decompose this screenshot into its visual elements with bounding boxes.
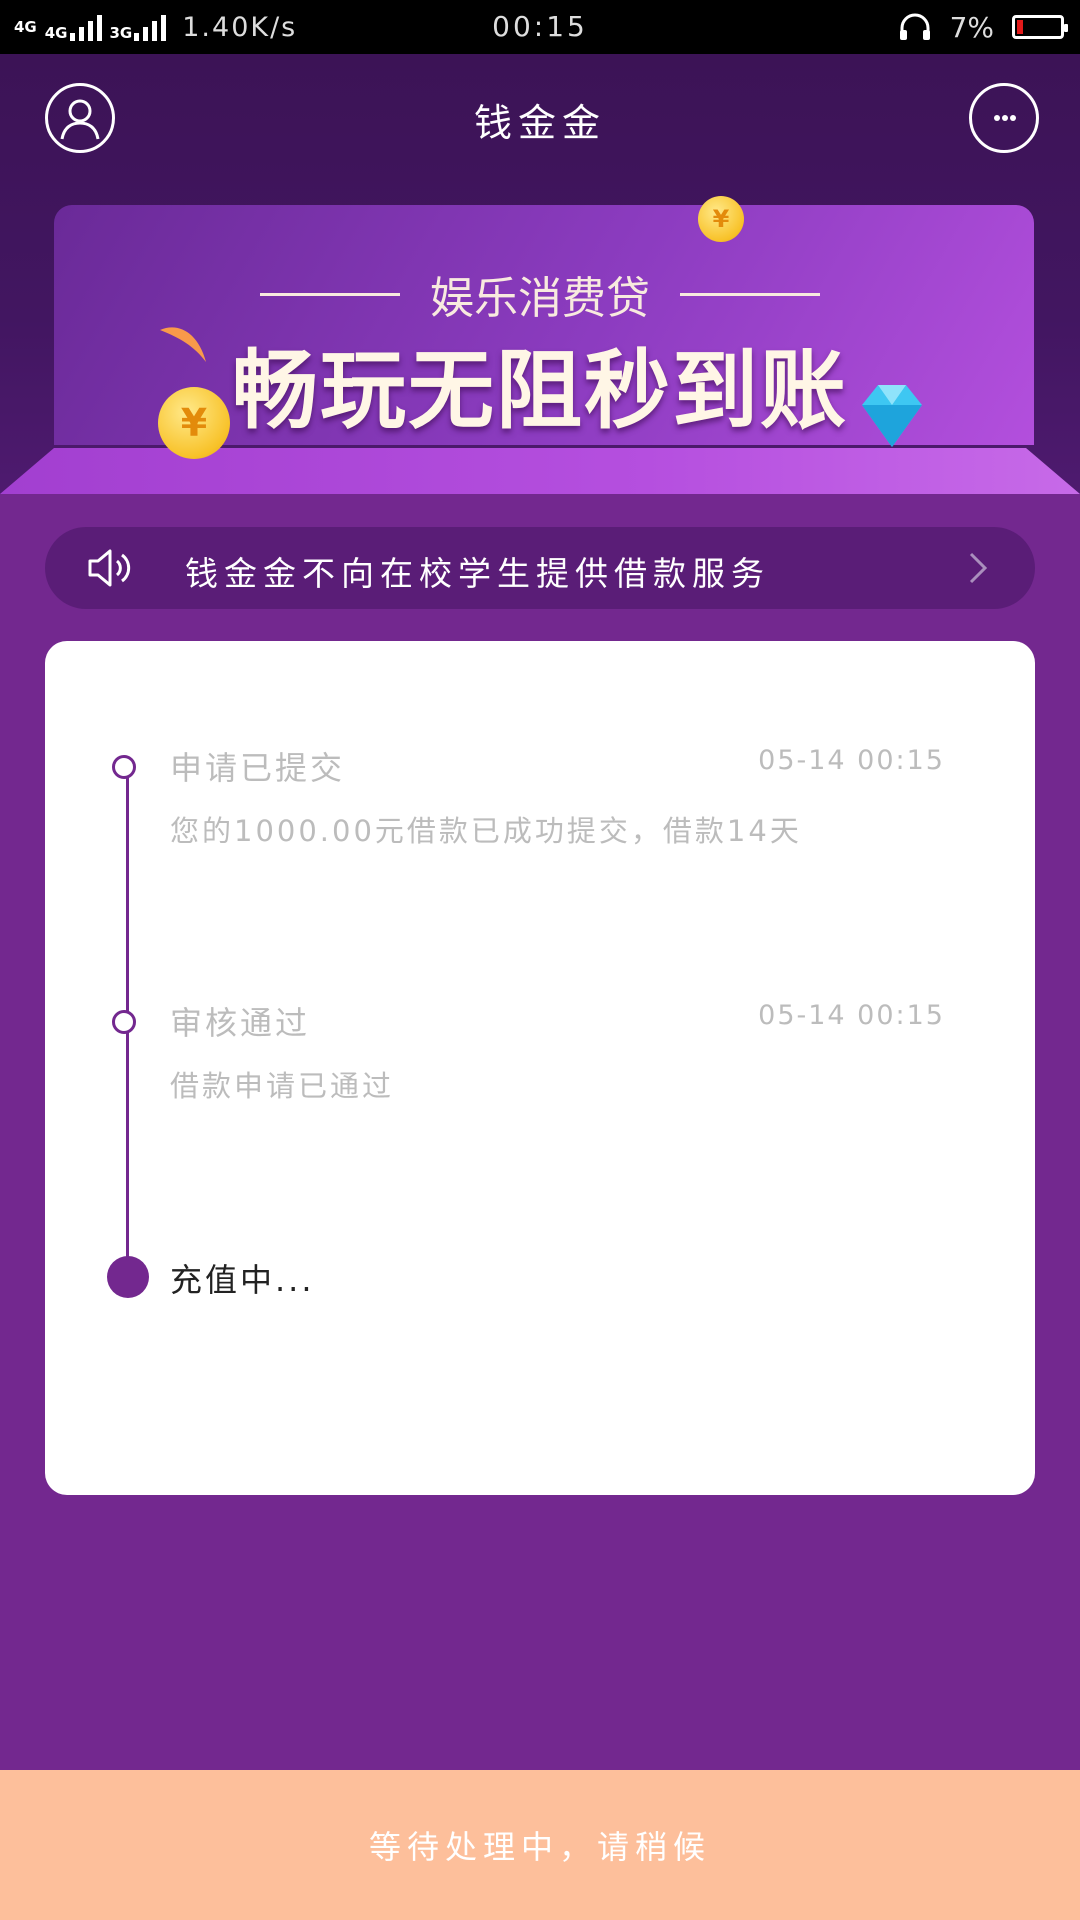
- page-title: 钱金金: [473, 101, 606, 145]
- timeline-dot: [112, 1010, 136, 1034]
- headphones-icon: [899, 13, 930, 40]
- step-time: 05-14 00:15: [758, 745, 945, 776]
- timeline-dot: [112, 755, 136, 779]
- battery-icon: [1012, 15, 1068, 39]
- banner-subtitle-text: 娱乐消费贷: [430, 273, 650, 324]
- status-bar: 4G 4G 3G 1.40K/s 00:15 7%: [0, 0, 1080, 54]
- step-title: 审核通过: [170, 1004, 311, 1042]
- banner-subtitle: 娱乐消费贷: [0, 262, 1080, 326]
- coin-symbol: ¥: [712, 205, 730, 233]
- notice-bar[interactable]: 钱金金不向在校学生提供借款服务: [45, 527, 1035, 609]
- battery-percentage: 7%: [949, 10, 994, 44]
- step-title: 申请已提交: [170, 749, 346, 787]
- divider: [260, 292, 400, 296]
- status-button[interactable]: 等待处理中，请稍候: [0, 1770, 1080, 1920]
- speaker-icon: [88, 549, 131, 587]
- chat-icon: [994, 115, 1016, 121]
- coin-icon: ¥: [698, 196, 744, 242]
- step-title-current: 充值中...: [170, 1261, 315, 1299]
- step-description: 您的1000.00元借款已成功提交，借款14天: [170, 814, 802, 848]
- notice-text: 钱金金不向在校学生提供借款服务: [185, 554, 770, 593]
- status-right: 7%: [898, 0, 1068, 54]
- banner-headline: 畅玩无阻秒到账: [232, 341, 848, 441]
- step-description: 借款申请已通过: [170, 1069, 395, 1103]
- divider: [680, 292, 820, 296]
- message-button[interactable]: [969, 83, 1039, 153]
- timeline-dot-active: [107, 1256, 149, 1298]
- chevron-right-icon[interactable]: [967, 550, 989, 586]
- step-time: 05-14 00:15: [758, 1000, 945, 1031]
